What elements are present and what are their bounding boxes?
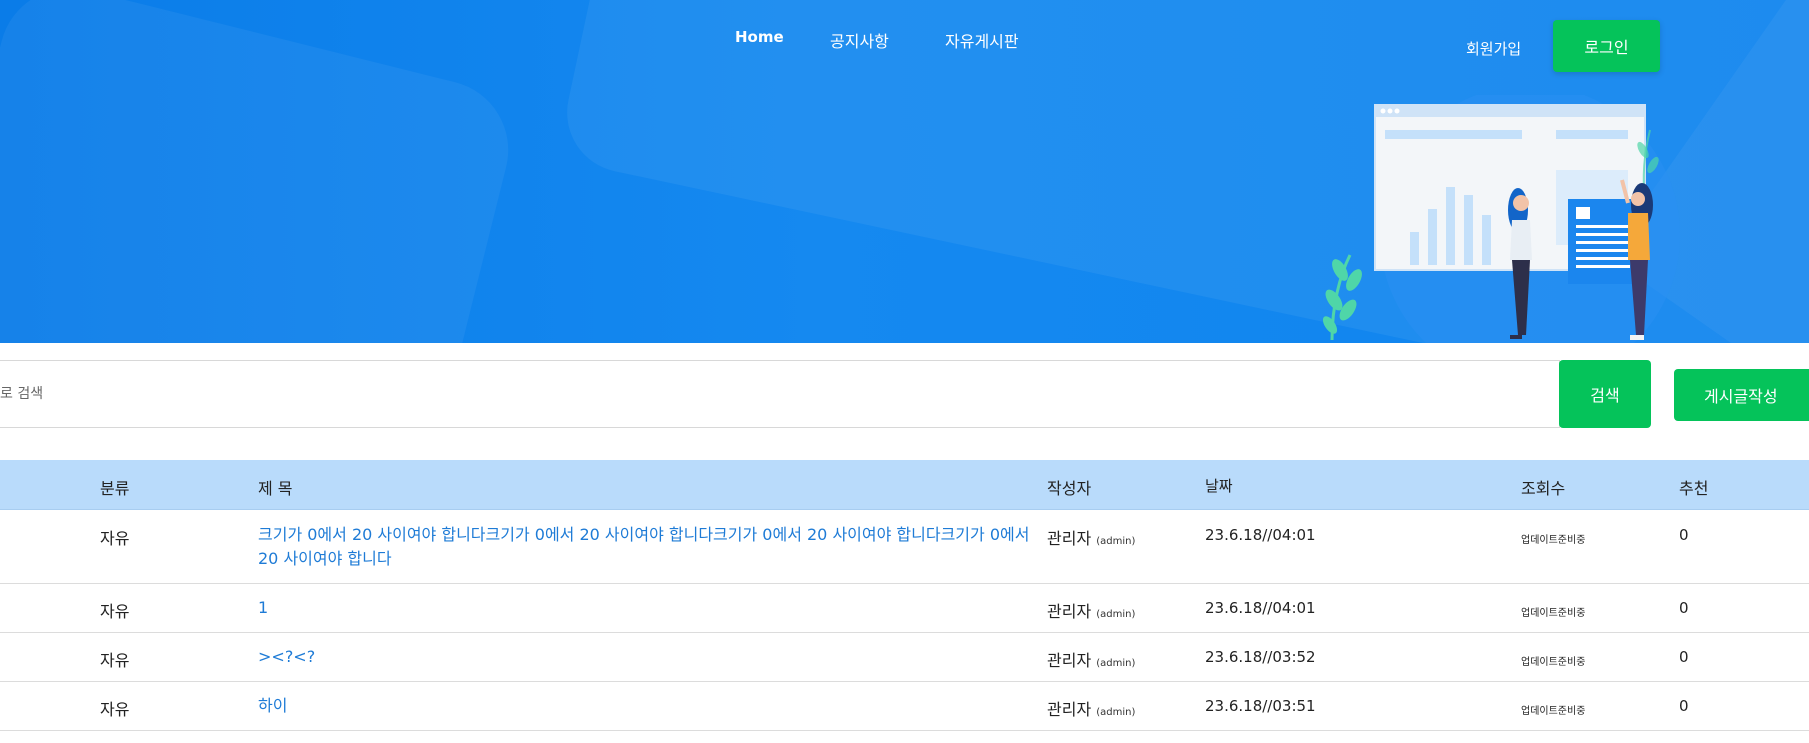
table-row: 자유 ><?<? 관리자 (admin) 23.6.18//03:52 업데이트…: [0, 633, 1809, 682]
row-author: 관리자 (admin): [1047, 696, 1135, 720]
row-category: 자유: [100, 651, 130, 670]
row-category: 자유: [100, 602, 130, 621]
row-title-link[interactable]: ><?<?: [258, 645, 1048, 669]
author-name: 관리자: [1047, 700, 1092, 719]
row-category: 자유: [100, 700, 130, 719]
row-title-link[interactable]: 크기가 0에서 20 사이여야 합니다크기가 0에서 20 사이여야 합니다크기…: [258, 523, 1048, 571]
row-views: 업데이트준비중: [1521, 535, 1586, 546]
nav-home[interactable]: Home: [735, 28, 784, 46]
row-title-link[interactable]: 1: [258, 596, 1048, 620]
row-views: 업데이트준비중: [1521, 608, 1586, 619]
hero-banner: Home 공지사항 자유게시판 회원가입 로그인: [0, 0, 1809, 343]
login-button[interactable]: 로그인: [1553, 20, 1660, 72]
row-author: 관리자 (admin): [1047, 525, 1135, 549]
row-views: 업데이트준비중: [1521, 657, 1586, 668]
row-date: 23.6.18//03:52: [1205, 648, 1316, 666]
header-title: 제 목: [258, 479, 293, 498]
author-id: (admin): [1096, 609, 1136, 620]
signup-link[interactable]: 회원가입: [1466, 38, 1521, 59]
row-author: 관리자 (admin): [1047, 598, 1135, 622]
table-row: 자유 크기가 0에서 20 사이여야 합니다크기가 0에서 20 사이여야 합니…: [0, 511, 1809, 584]
nav-notice[interactable]: 공지사항: [830, 28, 889, 52]
table-row: 자유 하이 관리자 (admin) 23.6.18//03:51 업데이트준비중…: [0, 682, 1809, 731]
write-post-button[interactable]: 게시글작성: [1674, 369, 1809, 421]
row-date: 23.6.18//04:01: [1205, 599, 1316, 617]
table-header: 분류 제 목 작성자 날짜 조회수 추천: [0, 460, 1809, 510]
row-recommend: 0: [1679, 697, 1689, 715]
dashboard-illustration: [1322, 95, 1680, 343]
table-row: 자유 1 관리자 (admin) 23.6.18//04:01 업데이트준비중 …: [0, 584, 1809, 633]
search-bar: 검색 게시글작성: [0, 360, 1809, 430]
row-recommend: 0: [1679, 526, 1689, 544]
author-id: (admin): [1096, 658, 1136, 669]
header-date: 날짜: [1205, 477, 1233, 495]
row-author: 관리자 (admin): [1047, 647, 1135, 671]
row-date: 23.6.18//04:01: [1205, 526, 1316, 544]
author-name: 관리자: [1047, 529, 1092, 548]
search-button[interactable]: 검색: [1559, 360, 1651, 428]
row-recommend: 0: [1679, 648, 1689, 666]
row-date: 23.6.18//03:51: [1205, 697, 1316, 715]
row-category: 자유: [100, 529, 130, 548]
row-title-link[interactable]: 하이: [258, 694, 1048, 718]
search-input[interactable]: [0, 360, 1560, 428]
author-name: 관리자: [1047, 602, 1092, 621]
main-nav: Home 공지사항 자유게시판: [0, 28, 1809, 52]
row-recommend: 0: [1679, 599, 1689, 617]
author-id: (admin): [1096, 707, 1136, 718]
nav-free-board[interactable]: 자유게시판: [945, 28, 1019, 52]
row-views: 업데이트준비중: [1521, 706, 1586, 717]
header-views: 조회수: [1521, 479, 1566, 498]
author-id: (admin): [1096, 536, 1136, 547]
header-recommend: 추천: [1679, 479, 1709, 498]
header-category: 분류: [100, 479, 130, 498]
author-name: 관리자: [1047, 651, 1092, 670]
header-author: 작성자: [1047, 479, 1092, 498]
